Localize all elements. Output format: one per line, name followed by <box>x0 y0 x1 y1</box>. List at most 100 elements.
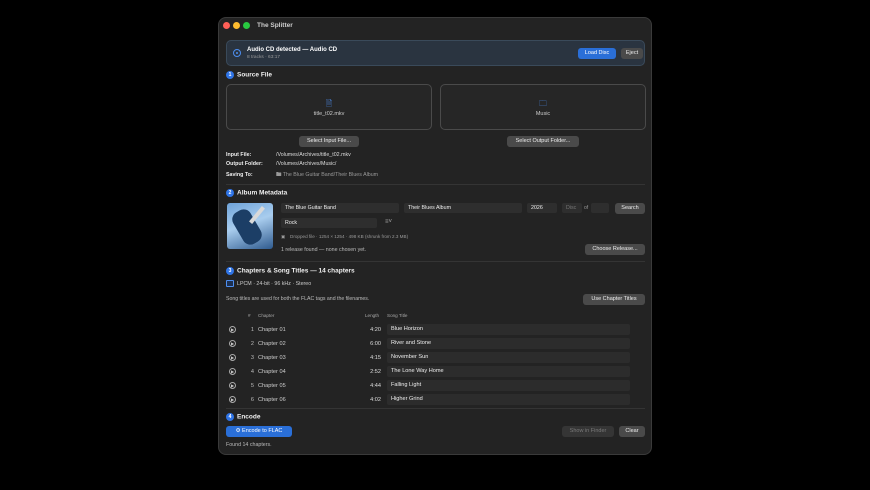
load-disc-button[interactable]: Load Disc <box>578 48 616 59</box>
song-title-field[interactable]: Falling Light <box>387 380 630 391</box>
table-row: ▶ 2 Chapter 02 6:00 River and Stone <box>226 338 645 351</box>
disc-total-field[interactable] <box>591 203 609 213</box>
photo-icon: ▣ <box>281 234 286 239</box>
chapter-name: Chapter 04 <box>258 369 286 375</box>
chapters-heading: Chapters & Song Titles — 14 chapters <box>237 267 355 275</box>
table-row: ▶ 1 Chapter 01 4:20 Blue Horizon <box>226 324 645 337</box>
of-label: of <box>584 205 589 211</box>
chapter-name: Chapter 02 <box>258 341 286 347</box>
table-row: ▶ 6 Chapter 06 4:02 Higher Grind <box>226 394 645 407</box>
step-number: 2 <box>226 189 234 197</box>
row-number: 1 <box>250 327 254 333</box>
column-header-length[interactable]: Length <box>365 313 379 318</box>
metadata-heading: Album Metadata <box>237 189 288 197</box>
cd-detected-banner: Audio CD detected — Audio CD 8 tracks · … <box>226 40 645 66</box>
chapter-name: Chapter 06 <box>258 397 286 403</box>
encode-section-heading: 4 Encode <box>226 413 260 421</box>
document-icon: 🗎 <box>325 99 333 108</box>
divider <box>226 408 645 409</box>
input-file-key: Input File: <box>226 152 252 158</box>
song-title-field[interactable]: The Lone Way Home <box>387 366 630 377</box>
eject-button[interactable]: Eject <box>621 48 643 59</box>
output-drop-zone[interactable]: 🗀 Music <box>440 84 646 130</box>
choose-release-button[interactable]: Choose Release... <box>585 244 645 255</box>
album-art-image[interactable] <box>227 203 273 249</box>
chapter-length: 4:15 <box>370 355 381 361</box>
output-folder-row: Output Folder: /Volumes/Archives/Music/ <box>226 161 336 167</box>
saving-to-row: Saving To: 🖿 The Blue Guitar Band/Their B… <box>226 171 378 180</box>
encode-heading: Encode <box>237 413 261 421</box>
genre-field[interactable]: Rock <box>281 218 377 228</box>
step-number: 4 <box>226 413 234 421</box>
year-field[interactable]: 2026 <box>527 203 557 213</box>
zoom-window-button[interactable] <box>243 22 250 29</box>
divider <box>226 184 645 185</box>
song-title-field[interactable]: November Sun <box>387 352 630 363</box>
search-button[interactable]: Search <box>615 203 645 214</box>
step-number: 1 <box>226 71 234 79</box>
play-icon[interactable]: ▶ <box>229 382 236 389</box>
chapters-section-heading: 3 Chapters & Song Titles — 14 chapters <box>226 267 355 275</box>
folder-icon: 🗀 <box>539 99 547 108</box>
chapter-length: 6:00 <box>370 341 381 347</box>
disc-icon <box>233 49 241 57</box>
output-folder-key: Output Folder: <box>226 161 263 167</box>
banner-title: Audio CD detected — Audio CD <box>247 47 338 53</box>
song-title-field[interactable]: Higher Grind <box>387 394 630 405</box>
chapter-name: Chapter 01 <box>258 327 286 333</box>
select-input-file-button[interactable]: Select Input File... <box>299 136 359 147</box>
minimize-window-button[interactable] <box>233 22 240 29</box>
row-number: 5 <box>250 383 254 389</box>
song-title-field[interactable]: River and Stone <box>387 338 630 349</box>
chapter-name: Chapter 05 <box>258 383 286 389</box>
chapter-length: 2:52 <box>370 369 381 375</box>
row-number: 4 <box>250 369 254 375</box>
play-icon[interactable]: ▶ <box>229 326 236 333</box>
encode-status: Found 14 chapters. <box>226 442 272 448</box>
table-row: ▶ 4 Chapter 04 2:52 The Lone Way Home <box>226 366 645 379</box>
list-dropdown-icon[interactable]: ≡˅ <box>385 219 392 225</box>
column-header-song-title[interactable]: Song Title <box>387 313 407 318</box>
row-number: 3 <box>250 355 254 361</box>
saving-to-value: The Blue Guitar Band/Their Blues Album <box>282 172 379 178</box>
input-file-value: /Volumes/Archives/title_t02.mkv <box>276 152 351 158</box>
play-icon[interactable]: ▶ <box>229 354 236 361</box>
window-title: The Splitter <box>257 22 293 29</box>
input-drop-zone[interactable]: 🗎 title_t02.mkv <box>226 84 432 130</box>
play-icon[interactable]: ▶ <box>229 368 236 375</box>
chapter-name: Chapter 03 <box>258 355 286 361</box>
play-icon[interactable]: ▶ <box>229 340 236 347</box>
source-heading: Source File <box>237 71 273 79</box>
artist-field[interactable]: The Blue Guitar Band <box>281 203 399 213</box>
table-row: ▶ 3 Chapter 03 4:15 November Sun <box>226 352 645 365</box>
input-file-row: Input File: /Volumes/Archives/title_t02.m… <box>226 152 351 158</box>
encode-to-flac-button[interactable]: ⚙ Encode to FLAC <box>226 426 292 437</box>
folder-path-icon: 🖿 <box>276 172 283 178</box>
close-window-button[interactable] <box>223 22 230 29</box>
play-icon[interactable]: ▶ <box>229 396 236 403</box>
step-number: 3 <box>226 267 234 275</box>
output-folder-value: /Volumes/Archives/Music/ <box>276 161 337 167</box>
chapter-length: 4:44 <box>370 383 381 389</box>
chapters-note: Song titles are used for both the FLAC t… <box>226 296 370 302</box>
audio-stream-icon <box>226 280 234 287</box>
output-drop-label: Music <box>535 111 551 117</box>
source-section-heading: 1 Source File <box>226 71 272 79</box>
disc-field[interactable]: Disc <box>562 203 582 213</box>
audio-format: LPCM · 24-bit · 96 kHz · Stereo <box>237 280 312 287</box>
clear-button[interactable]: Clear <box>619 426 645 437</box>
column-header-chapter[interactable]: Chapter <box>258 313 274 318</box>
metadata-section-heading: 2 Album Metadata <box>226 189 287 197</box>
song-title-field[interactable]: Blue Horizon <box>387 324 630 335</box>
divider <box>226 261 645 262</box>
release-status: 1 release found — none chosen yet. <box>281 247 367 253</box>
show-in-finder-button: Show in Finder <box>562 426 614 437</box>
chapter-length: 4:02 <box>370 397 381 403</box>
row-number: 6 <box>250 397 254 403</box>
column-header-number[interactable]: # <box>248 313 251 318</box>
art-info: Dropped file · 1254 × 1254 · 498 KB (shr… <box>290 234 409 239</box>
app-window: The Splitter Audio CD detected — Audio C… <box>218 17 652 455</box>
use-chapter-titles-button[interactable]: Use Chapter Titles <box>583 294 645 305</box>
album-field[interactable]: Their Blues Album <box>404 203 522 213</box>
select-output-folder-button[interactable]: Select Output Folder... <box>507 136 579 147</box>
